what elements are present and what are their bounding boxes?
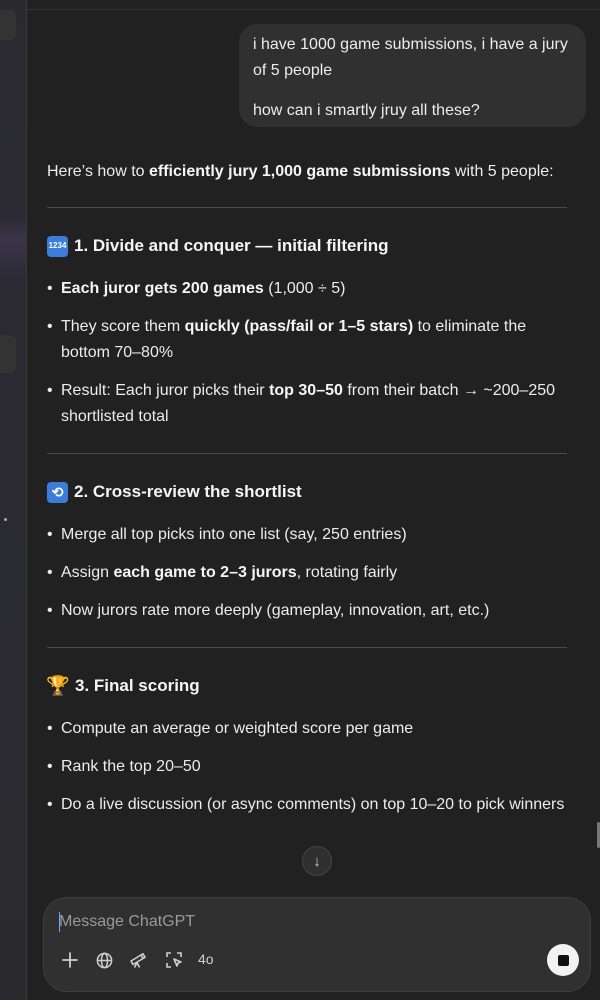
section-divider	[47, 207, 567, 208]
section-divider	[47, 647, 567, 648]
sidebar-dot	[4, 518, 7, 521]
text: Rank the top 20–50	[61, 758, 201, 775]
top-bar	[26, 0, 600, 10]
text: They score them	[61, 318, 185, 335]
bullet-list: Compute an average or weighted score per…	[47, 716, 567, 818]
text: Here’s how to	[47, 163, 149, 180]
sidebar-item[interactable]	[0, 335, 16, 373]
bold-text: quickly (pass/fail or 1–5 stars)	[184, 318, 414, 335]
arrow-down-icon: ↓	[313, 852, 321, 870]
stop-icon	[557, 954, 569, 966]
telescope-icon[interactable]	[126, 948, 150, 972]
section-title: 2. Cross-review the shortlist	[74, 482, 302, 501]
section-heading: 1234 1. Divide and conquer — initial fil…	[47, 234, 567, 258]
text: with 5 people:	[450, 163, 554, 180]
sparkle-select-icon[interactable]	[162, 948, 186, 972]
plus-icon[interactable]	[58, 948, 82, 972]
list-item: Each juror gets 200 games (1,000 ÷ 5)	[47, 276, 567, 302]
message-composer[interactable]: Message ChatGPT 4o	[43, 897, 591, 992]
list-item: Now jurors rate more deeply (gameplay, i…	[47, 598, 567, 624]
section-title: 1. Divide and conquer — initial filterin…	[74, 236, 389, 255]
list-item: Result: Each juror picks their top 30–50…	[47, 378, 567, 430]
text: , rotating fairly	[296, 564, 398, 581]
text: Compute an average or weighted score per…	[61, 720, 414, 737]
message-input[interactable]: Message ChatGPT	[59, 913, 195, 931]
bullet-list: Merge all top picks into one list (say, …	[47, 522, 567, 624]
bullet-list: Each juror gets 200 games (1,000 ÷ 5) Th…	[47, 276, 567, 430]
list-item: Compute an average or weighted score per…	[47, 716, 567, 742]
trophy-emoji: 🏆	[46, 675, 70, 697]
section-title: 3. Final scoring	[75, 676, 200, 695]
bold-text: each game to 2–3 jurors	[113, 564, 297, 581]
section-heading: ⟲ 2. Cross-review the shortlist	[47, 480, 567, 504]
model-selector[interactable]: 4o	[198, 951, 214, 967]
text: Merge all top picks into one list (say, …	[61, 526, 407, 543]
bold-text: top 30–50	[269, 382, 343, 399]
globe-icon[interactable]	[92, 948, 116, 972]
list-item: Rank the top 20–50	[47, 754, 567, 780]
user-message-bubble: i have 1000 game submissions, i have a j…	[239, 24, 586, 127]
assistant-response: Here’s how to efficiently jury 1,000 gam…	[46, 158, 567, 818]
list-item: Assign each game to 2–3 jurors, rotating…	[47, 560, 567, 586]
list-item: They score them quickly (pass/fail or 1–…	[47, 314, 567, 366]
sidebar-item[interactable]	[0, 10, 16, 40]
input-numbers-emoji: 1234	[47, 235, 68, 257]
section-heading: 🏆 3. Final scoring	[46, 674, 567, 698]
user-message-line: i have 1000 game submissions, i have a j…	[253, 36, 568, 79]
text: Assign	[61, 564, 114, 581]
repeat-emoji: ⟲	[47, 481, 68, 503]
section-divider	[47, 453, 567, 454]
text: Do a live discussion (or async comments)…	[61, 796, 565, 813]
text: Now jurors rate more deeply (gameplay, i…	[61, 602, 490, 619]
response-intro: Here’s how to efficiently jury 1,000 gam…	[47, 158, 567, 185]
scroll-down-button[interactable]: ↓	[302, 846, 332, 876]
user-message-line: how can i smartly jruy all these?	[253, 102, 480, 119]
list-item: Do a live discussion (or async comments)…	[47, 792, 567, 818]
list-item: Merge all top picks into one list (say, …	[47, 522, 567, 548]
text: (1,000 ÷ 5)	[263, 280, 346, 297]
text: Result: Each juror picks their	[61, 382, 270, 399]
bold-text: efficiently jury 1,000 game submissions	[148, 163, 451, 180]
stop-button[interactable]	[547, 944, 579, 976]
sidebar-collapsed	[0, 0, 27, 1000]
bold-text: Each juror gets 200 games	[61, 280, 264, 297]
